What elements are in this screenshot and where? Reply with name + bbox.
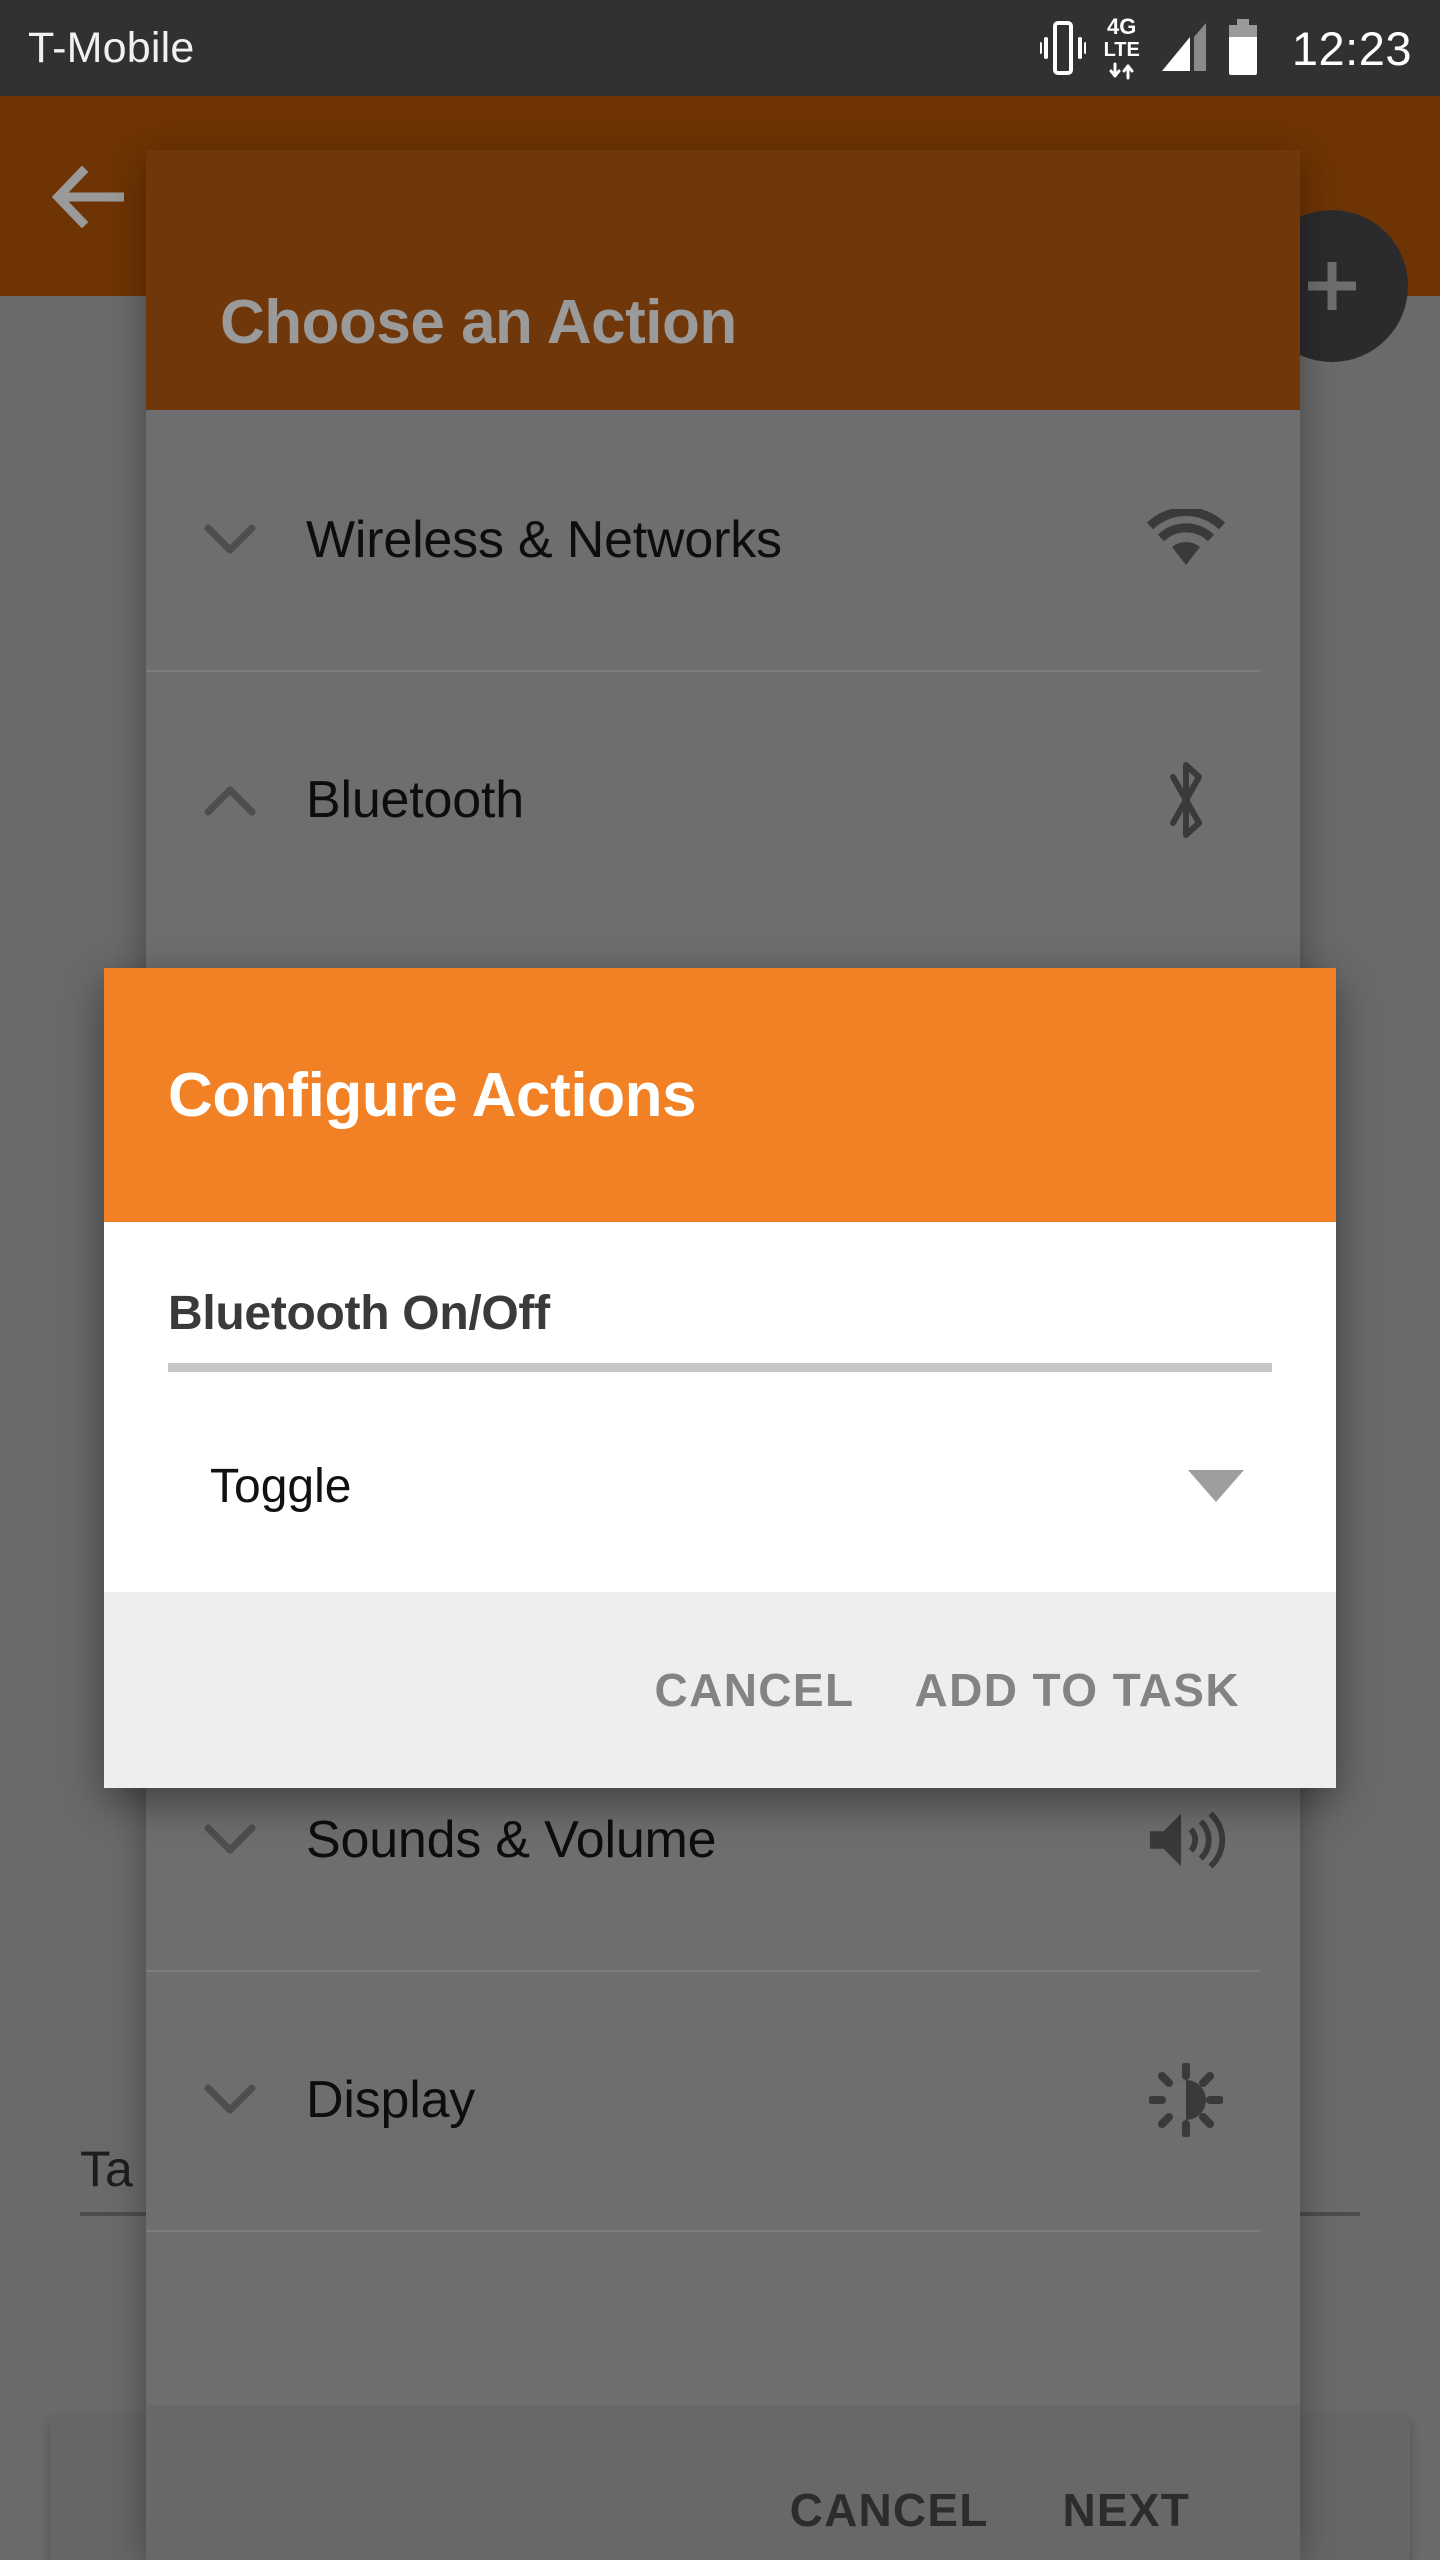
- action-row-wireless-networks[interactable]: Wireless & Networks: [146, 410, 1300, 670]
- bluetooth-icon: [1146, 760, 1226, 840]
- battery-icon: [1226, 19, 1260, 77]
- configure-actions-dialog: Configure Actions Bluetooth On/Off Toggl…: [104, 968, 1336, 1788]
- carrier-label: T-Mobile: [28, 23, 195, 72]
- network-generation-label: 4G: [1107, 14, 1137, 39]
- choose-action-next-button[interactable]: NEXT: [1063, 2483, 1190, 2537]
- 4g-lte-icon: 4G LTE: [1104, 16, 1140, 80]
- add-to-task-button[interactable]: ADD TO TASK: [915, 1663, 1240, 1717]
- chevron-down-icon: [198, 2083, 262, 2117]
- configure-actions-title: Configure Actions: [168, 1060, 697, 1130]
- configure-actions-subtitle: Bluetooth On/Off: [168, 1287, 550, 1340]
- configure-actions-footer: CANCEL ADD TO TASK: [104, 1592, 1336, 1788]
- configure-actions-body: Bluetooth On/Off Toggle: [104, 1222, 1336, 1550]
- choose-action-footer: CANCEL NEXT: [146, 2405, 1300, 2560]
- data-transfer-arrows-icon: [1109, 62, 1134, 80]
- vibrate-icon: [1039, 19, 1086, 77]
- choose-action-cancel-button[interactable]: CANCEL: [790, 2483, 989, 2537]
- bluetooth-mode-value: Toggle: [210, 1459, 352, 1513]
- configure-body-spacer: [104, 1550, 1336, 1592]
- back-arrow-icon[interactable]: [51, 165, 124, 229]
- action-list-bottom-spacer: [146, 2230, 1300, 2405]
- status-icons: 4G LTE 12:23: [1039, 16, 1412, 80]
- choose-action-title: Choose an Action: [220, 288, 737, 357]
- action-label: Sounds & Volume: [306, 1811, 717, 1869]
- phone-screen: Ta Choose an Action Wireless & Networks: [0, 0, 1440, 2560]
- bluetooth-mode-select[interactable]: Toggle: [168, 1422, 1272, 1550]
- chevron-down-icon: [1188, 1470, 1244, 1502]
- choose-action-header: Choose an Action: [146, 150, 1300, 410]
- chevron-up-icon: [198, 783, 262, 817]
- clock-label: 12:23: [1291, 21, 1412, 75]
- action-row-display[interactable]: Display: [146, 1970, 1300, 2230]
- action-label: Display: [306, 2071, 476, 2129]
- wifi-icon: [1146, 500, 1226, 580]
- volume-icon: [1146, 1800, 1226, 1880]
- configure-actions-header: Configure Actions: [104, 968, 1336, 1222]
- chevron-down-icon: [198, 1823, 262, 1857]
- plus-icon: [1308, 262, 1356, 310]
- network-type-label: LTE: [1103, 39, 1140, 61]
- action-label: Wireless & Networks: [306, 511, 782, 569]
- action-label: Bluetooth: [306, 771, 524, 829]
- configure-actions-divider: [168, 1363, 1272, 1372]
- brightness-icon: [1146, 2060, 1226, 2140]
- chevron-down-icon: [198, 523, 262, 557]
- status-bar: T-Mobile 4G LTE 12:23: [0, 0, 1440, 96]
- signal-icon: [1158, 21, 1208, 75]
- action-row-bluetooth[interactable]: Bluetooth: [146, 670, 1300, 930]
- configure-cancel-button[interactable]: CANCEL: [654, 1663, 854, 1717]
